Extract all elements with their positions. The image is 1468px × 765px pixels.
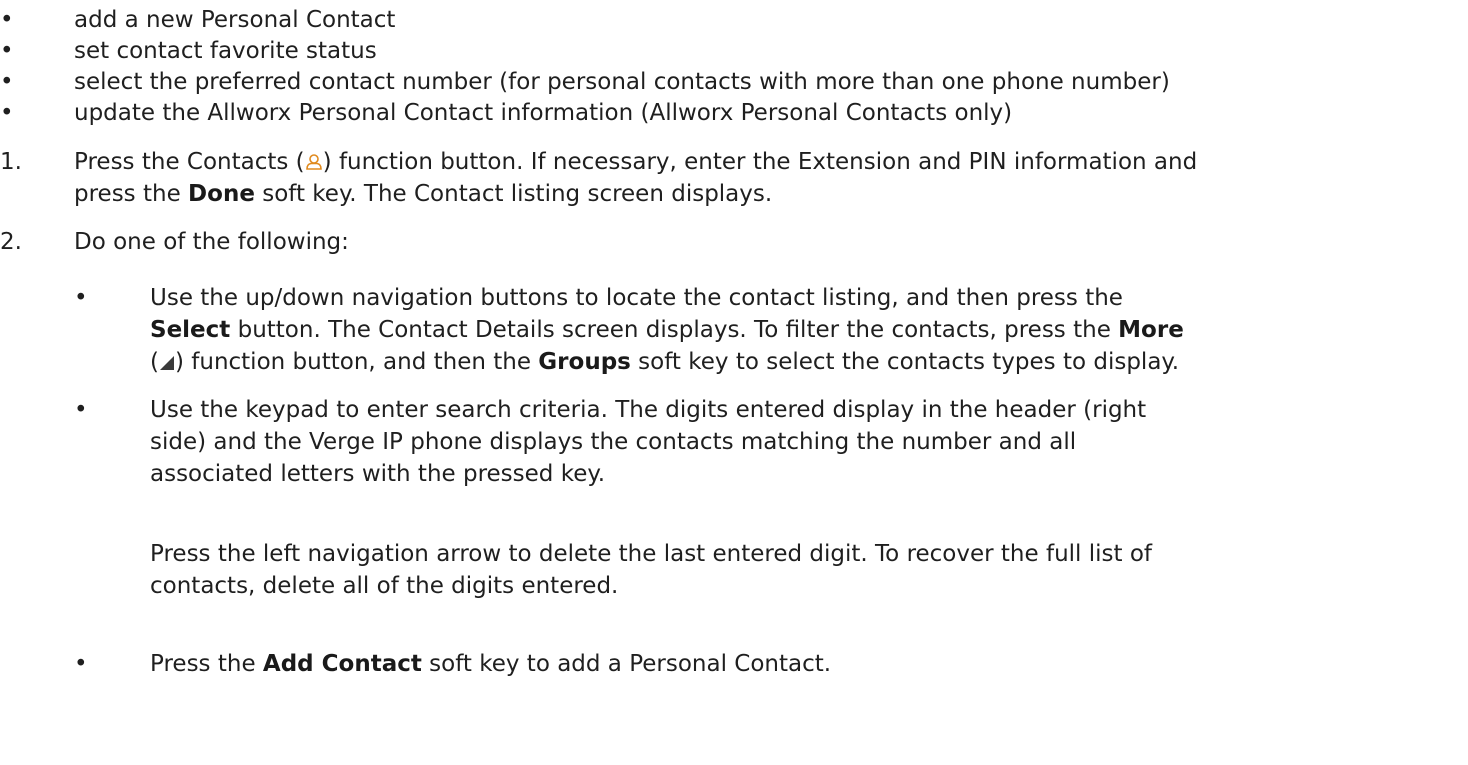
add-contact-softkey-label: Add Contact [262,651,422,677]
sub-a-line-1: Use the up/down navigation buttons to lo… [150,285,1123,311]
bullet-glyph: • [0,7,14,33]
done-softkey-label: Done [188,181,255,207]
step-1-text-a: Press the Contacts ( [74,149,305,175]
sub-c-line: Press the Add Contact soft key to add a … [150,648,831,680]
step-1-line-1: Press the Contacts ( ) function button. I… [74,146,1197,180]
bullet-glyph: • [74,397,88,423]
bullet-glyph: • [74,285,88,311]
step-1-text-d: soft key. The Contact listing screen dis… [254,181,773,207]
sub-b-line-1: Use the keypad to enter search criteria.… [150,397,1147,423]
sub-b-line-3: associated letters with the pressed key. [150,461,606,487]
sub-b-line-2: side) and the Verge IP phone displays th… [150,429,1077,455]
contacts-person-icon [305,148,323,180]
step-2-text: Do one of the following: [74,229,349,255]
list-item-text: select the preferred contact number (for… [74,69,1170,95]
sub-a-paren: ( [150,349,159,375]
bullet-glyph: • [74,651,88,677]
sub-a-line-2: Select button. The Contact Details scree… [150,314,1184,346]
step-1-text-c: press the [74,181,189,207]
select-button-label: Select [150,317,231,343]
sub-c-text: soft key to add a Personal Contact. [421,651,832,677]
sub-c-text: Press the [150,651,263,677]
sub-a-line-3: () function button, and then the Groups … [150,346,1179,380]
groups-softkey-label: Groups [538,349,631,375]
list-item-text: add a new Personal Contact [74,7,396,33]
bullet-glyph: • [0,100,14,126]
list-item-text: update the Allworx Personal Contact info… [74,100,1013,126]
more-triangle-icon [159,348,175,380]
bullet-glyph: • [0,69,14,95]
step-1-text-b: ) function button. If necessary, enter t… [322,149,1198,175]
step-number: 2. [0,229,22,255]
step-1-line-2: press the Done soft key. The Contact lis… [74,178,772,210]
sub-a-text: ) function button, and then the [174,349,539,375]
sub-a-text: button. The Contact Details screen displ… [230,317,1119,343]
more-button-label: More [1118,317,1184,343]
bullet-glyph: • [0,38,14,64]
list-item-text: set contact favorite status [74,38,377,64]
sub-a-text: soft key to select the contacts types to… [630,349,1180,375]
sub-b-para2-line-1: Press the left navigation arrow to delet… [150,541,1152,567]
step-number: 1. [0,149,22,175]
sub-b-para2-line-2: contacts, delete all of the digits enter… [150,573,619,599]
